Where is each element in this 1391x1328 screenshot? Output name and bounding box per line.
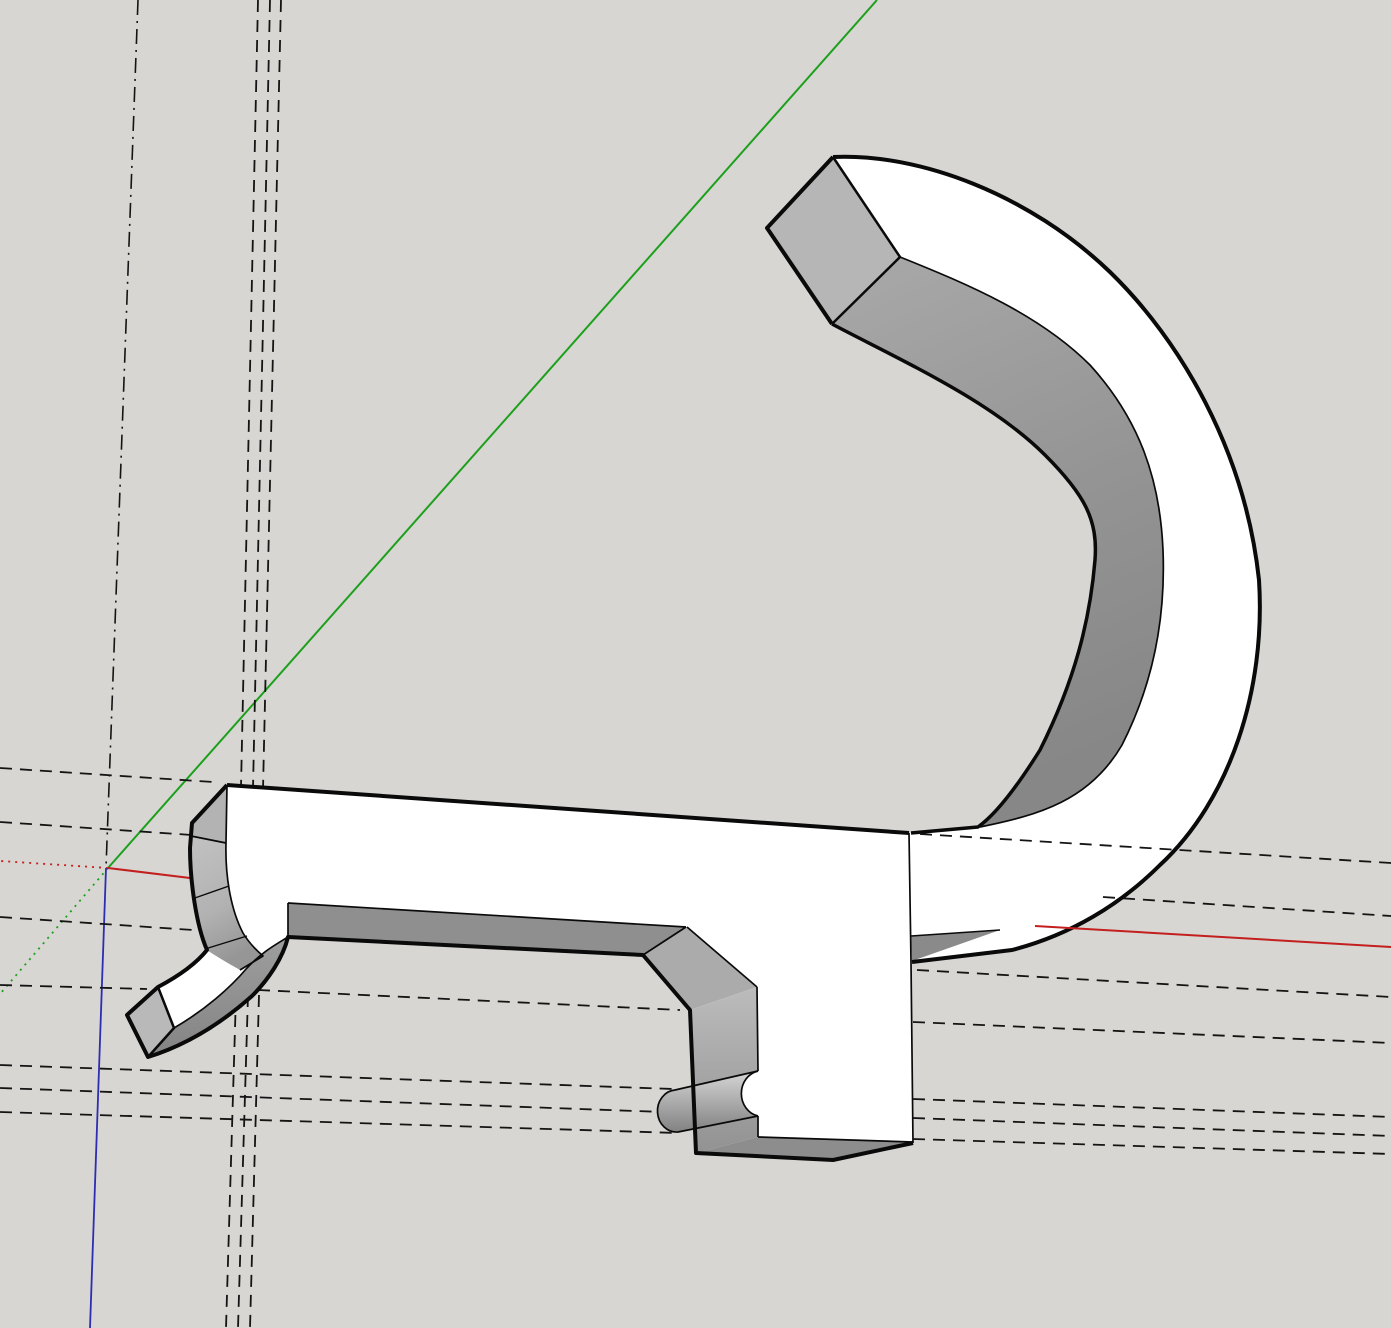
modeling-viewport[interactable] bbox=[0, 0, 1391, 1328]
viewport-canvas[interactable] bbox=[0, 0, 1391, 1328]
